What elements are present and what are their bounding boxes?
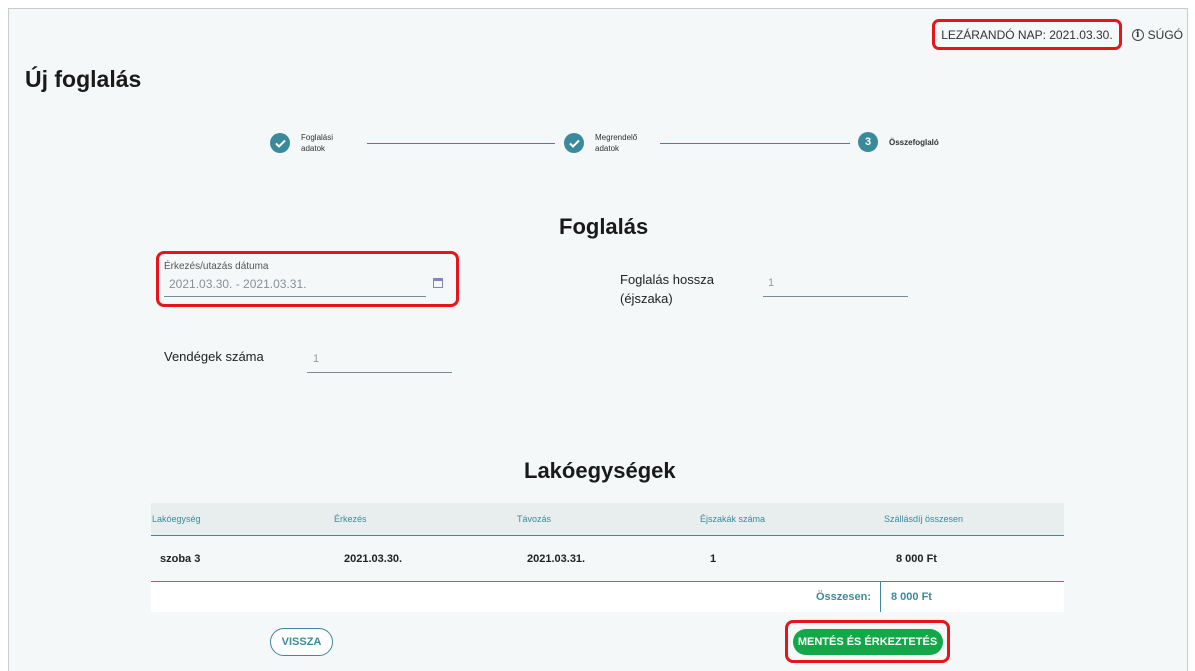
info-icon: i — [1131, 28, 1144, 41]
step-summary[interactable]: 3 Összefoglaló — [858, 132, 939, 152]
table-total-row: Összesen: 8 000 Ft — [151, 582, 1064, 612]
stepper-connector — [660, 143, 850, 144]
save-highlight: MENTÉS ÉS ÉRKEZTETÉS — [785, 620, 950, 663]
step-customer-data[interactable]: Megrendelő adatok — [564, 132, 637, 154]
date-range-field[interactable]: Érkezés/utazás dátuma 2021.03.30. - 2021… — [156, 251, 459, 307]
table-cell: 1 — [710, 552, 717, 565]
booking-length-input[interactable]: 1 — [768, 277, 774, 289]
column-header: Éjszakák száma — [700, 514, 766, 524]
date-range-input[interactable]: 2021.03.30. - 2021.03.31. — [169, 277, 306, 291]
save-and-check-in-button[interactable]: MENTÉS ÉS ÉRKEZTETÉS — [792, 628, 943, 655]
check-icon — [270, 133, 290, 153]
table-cell: 2021.03.30. — [344, 552, 403, 565]
column-header: Szállásdíj összesen — [884, 514, 964, 524]
calendar-icon[interactable] — [433, 278, 443, 288]
step-label-line: adatok — [301, 144, 326, 153]
booking-length-label: Foglalás hossza (éjszaka) — [620, 270, 714, 308]
booking-section-title: Foglalás — [559, 214, 649, 239]
step-label-line: adatok — [595, 144, 620, 153]
stepper-connector — [367, 143, 555, 144]
table-cell: 8 000 Ft — [896, 552, 937, 565]
step-label: Megrendelő adatok — [595, 132, 637, 154]
field-underline — [164, 296, 426, 297]
step-label: Foglalási adatok — [301, 132, 333, 154]
label-line: Foglalás hossza — [620, 272, 714, 287]
divider — [880, 582, 881, 612]
step-label-line: Megrendelő — [595, 133, 638, 142]
step-number: 3 — [858, 132, 878, 152]
field-underline — [307, 372, 452, 373]
closing-day-indicator: LEZÁRANDÓ NAP: 2021.03.30. — [932, 19, 1122, 50]
table-row: szoba 3 2021.03.30. 2021.03.31. 1 8 000 … — [151, 536, 1064, 582]
step-booking-data[interactable]: Foglalási adatok — [270, 132, 333, 154]
step-label-line: Foglalási — [301, 133, 334, 142]
page-title: Új foglalás — [25, 66, 142, 92]
closing-day-text: LEZÁRANDÓ NAP: 2021.03.30. — [941, 27, 1113, 42]
table-cell: szoba 3 — [160, 552, 201, 565]
guests-label: Vendégek száma — [164, 349, 264, 364]
column-header: Távozás — [517, 514, 552, 524]
date-range-label: Érkezés/utazás dátuma — [164, 261, 269, 272]
step-label: Összefoglaló — [889, 137, 939, 147]
total-label: Összesen: — [815, 591, 871, 603]
help-link[interactable]: i SÚGÓ — [1131, 27, 1183, 42]
table-cell: 2021.03.31. — [527, 552, 586, 565]
total-value: 8 000 Ft — [891, 591, 932, 603]
units-section-title: Lakóegységek — [524, 458, 676, 483]
field-underline — [763, 296, 908, 297]
column-header: Lakóegység — [152, 514, 201, 524]
check-icon — [564, 133, 584, 153]
guests-input[interactable]: 1 — [313, 353, 319, 365]
label-line: (éjszaka) — [620, 291, 673, 306]
help-label: SÚGÓ — [1147, 27, 1183, 42]
column-header: Érkezés — [334, 514, 367, 524]
units-table: Lakóegység Érkezés Távozás Éjszakák szám… — [151, 503, 1064, 612]
table-header: Lakóegység Érkezés Távozás Éjszakák szám… — [151, 503, 1064, 536]
booking-stepper: Foglalási adatok Megrendelő adatok 3 Öss… — [270, 132, 950, 160]
back-button[interactable]: VISSZA — [270, 628, 333, 656]
top-bar: LEZÁRANDÓ NAP: 2021.03.30. i SÚGÓ — [932, 19, 1183, 50]
